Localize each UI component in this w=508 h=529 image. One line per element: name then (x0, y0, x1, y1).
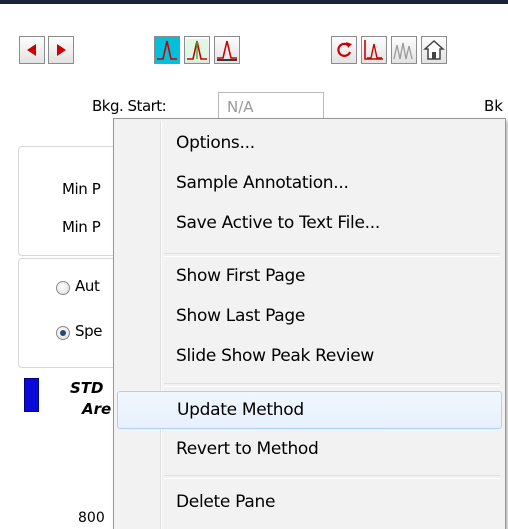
bkg-start-label: Bkg. Start: (92, 97, 167, 115)
prev-icon (27, 44, 36, 56)
peak-cyan-icon (157, 40, 177, 60)
refresh-button[interactable] (331, 36, 357, 64)
menu-item-sample-annotation[interactable]: Sample Annotation... (117, 167, 502, 200)
window-top-border (0, 0, 508, 4)
min-peak-label-2: Min P (62, 218, 101, 236)
specify-radio-label: Spe (75, 322, 103, 340)
auto-radio-label: Aut (75, 277, 100, 295)
multi-peak-button[interactable] (391, 36, 417, 64)
next-icon (57, 44, 66, 56)
menu-item-label: Slide Show Peak Review (176, 346, 374, 366)
std-label: STD (70, 379, 104, 397)
menu-item-label: Options... (176, 133, 255, 153)
menu-separator (164, 475, 500, 479)
min-peak-label-1: Min P (62, 180, 101, 198)
menu-item-label: Save Active to Text File... (176, 213, 380, 233)
specify-radio[interactable] (56, 326, 70, 340)
menu-item-revert-to-method[interactable]: Revert to Method (117, 433, 502, 466)
menu-item-label: Delete Pane (176, 492, 276, 512)
menu-item-delete-pane[interactable]: Delete Pane (117, 486, 502, 519)
peak-baseline-icon (217, 40, 237, 61)
y-axis-tick-800: 800 (78, 510, 105, 526)
peak-cyan-button[interactable] (154, 36, 180, 64)
prev-button[interactable] (19, 36, 45, 64)
peak-green-button[interactable] (184, 36, 210, 64)
multi-peak-icon (393, 42, 413, 60)
menu-item-show-first-page[interactable]: Show First Page (117, 260, 502, 293)
auto-radio[interactable] (56, 281, 70, 295)
menu-item-slide-show-peak-review[interactable]: Slide Show Peak Review (117, 340, 502, 373)
peak-chart-icon (364, 40, 383, 60)
menu-item-save-active-to-text-file[interactable]: Save Active to Text File... (117, 207, 502, 240)
menu-item-label: Revert to Method (176, 439, 319, 459)
menu-item-label: Show First Page (176, 266, 306, 286)
menu-item-label: Update Method (177, 400, 304, 420)
next-button[interactable] (48, 36, 74, 64)
bkg-end-label: Bk (484, 97, 503, 115)
context-menu: Options... Sample Annotation... Save Act… (113, 118, 506, 529)
peak-baseline-button[interactable] (214, 36, 240, 64)
peak-green-icon (186, 39, 208, 61)
menu-item-label: Sample Annotation... (176, 173, 349, 193)
menu-separator (164, 383, 500, 387)
home-button[interactable] (421, 36, 447, 64)
peak-chart-button[interactable] (361, 36, 387, 64)
menu-item-options[interactable]: Options... (117, 127, 502, 160)
series-color-swatch (24, 378, 39, 412)
menu-item-show-last-page[interactable]: Show Last Page (117, 300, 502, 333)
menu-separator (164, 253, 500, 257)
menu-item-update-method[interactable]: Update Method (117, 391, 502, 429)
area-label: Are (82, 400, 112, 418)
refresh-icon (337, 42, 352, 57)
home-icon (423, 39, 445, 60)
menu-item-label: Show Last Page (176, 306, 306, 326)
